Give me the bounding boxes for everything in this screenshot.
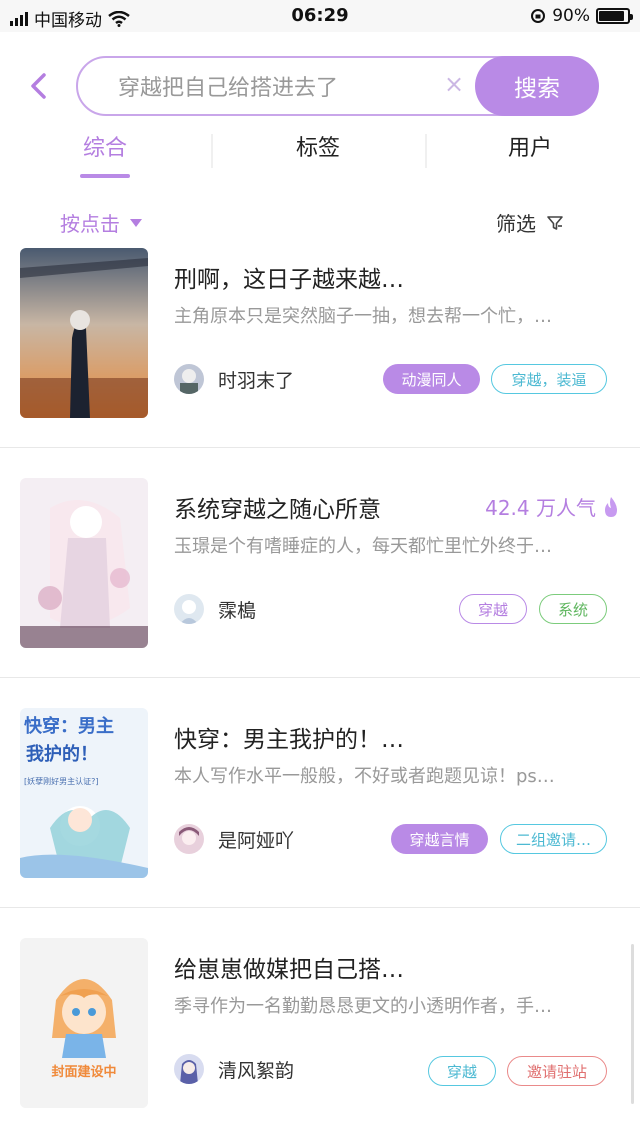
author-info[interactable]: 清风絮韵 xyxy=(174,1054,294,1084)
tab-comprehensive[interactable]: 综合 xyxy=(25,130,185,162)
tab-divider xyxy=(425,134,427,168)
book-cover xyxy=(20,248,148,418)
author-name: 清风絮韵 xyxy=(218,1059,295,1082)
tag-chip[interactable]: 穿越言情 xyxy=(391,824,488,854)
tag-chip[interactable]: 系统 xyxy=(539,594,607,624)
book-description: 玉璟是个有嗜睡症的人，每天都忙里忙外终于… xyxy=(174,536,552,557)
battery-percent: 90% xyxy=(552,6,590,26)
battery-icon xyxy=(596,8,633,24)
book-cover: 封面建设中 xyxy=(20,938,148,1108)
tag-chip[interactable]: 穿越 xyxy=(459,594,527,624)
tag-chip[interactable]: 动漫同人 xyxy=(383,364,480,394)
cover-placeholder-text: 封面建设中 xyxy=(51,1064,116,1080)
book-title: 快穿：男主我护的！… xyxy=(174,727,404,753)
book-title: 刑啊，这日子越来越… xyxy=(174,267,404,293)
book-description: 主角原本只是突然脑子一抽，想去帮一个忙，… xyxy=(174,306,552,327)
result-tabs: 综合 标签 用户 xyxy=(0,122,640,182)
book-cover xyxy=(20,478,148,648)
avatar xyxy=(174,1054,204,1084)
scrollbar[interactable] xyxy=(631,944,634,1104)
author-name: 是阿娅吖 xyxy=(218,829,295,852)
popularity: 42.4 万人气 xyxy=(485,492,620,521)
cover-title-line2: 我护的！ xyxy=(26,743,98,765)
tag-chip[interactable]: 穿越 xyxy=(428,1056,496,1086)
book-description: 本人写作水平一般般，不好或者跑题见谅！ps… xyxy=(174,766,555,787)
avatar xyxy=(174,594,204,624)
author-info[interactable]: 时羽末了 xyxy=(174,364,294,394)
list-item[interactable]: 系统穿越之随心所意 42.4 万人气 玉璟是个有嗜睡症的人，每天都忙里忙外终于…… xyxy=(0,448,640,678)
search-input[interactable] xyxy=(118,72,418,100)
tab-divider xyxy=(211,134,213,168)
book-title: 给崽崽做媒把自己搭… xyxy=(174,957,404,983)
avatar xyxy=(174,364,204,394)
tab-indicator xyxy=(80,174,130,178)
author-info[interactable]: 是阿娅吖 xyxy=(174,824,294,854)
cover-title-line1: 快穿：男主 xyxy=(24,715,114,737)
back-arrow-icon[interactable] xyxy=(26,70,54,102)
author-info[interactable]: 霂槝 xyxy=(174,594,256,624)
status-right: 90% xyxy=(530,6,633,26)
search-bar: × 搜索 xyxy=(0,56,640,116)
list-item[interactable]: 快穿：男主 我护的！ [妖孽刚好男主认证?] 快穿：男主我护的！… 本人写作水平… xyxy=(0,678,640,908)
status-bar: 中国移动 06:29 90% xyxy=(0,0,640,32)
book-description: 季寻作为一名勤勤恳恳更文的小透明作者，手… xyxy=(174,996,552,1017)
popularity-label: 42.4 万人气 xyxy=(485,496,596,520)
list-item[interactable]: 封面建设中 给崽崽做媒把自己搭… 季寻作为一名勤勤恳恳更文的小透明作者，手… 清… xyxy=(0,908,640,1138)
clear-icon[interactable]: × xyxy=(444,70,464,98)
search-box: × 搜索 xyxy=(76,56,599,116)
tab-users[interactable]: 用户 xyxy=(450,130,610,162)
tag-chip[interactable]: 二组邀请… xyxy=(500,824,607,854)
tag-chip[interactable]: 邀请驻站 xyxy=(507,1056,607,1086)
flame-icon xyxy=(605,496,617,517)
rotation-lock-icon xyxy=(531,9,546,23)
cover-subtitle: [妖孽刚好男主认证?] xyxy=(24,776,99,786)
book-cover: 快穿：男主 我护的！ [妖孽刚好男主认证?] xyxy=(20,708,148,878)
tag-chip[interactable]: 穿越，装逼 xyxy=(491,364,607,394)
list-item[interactable]: 刑啊，这日子越来越… 主角原本只是突然脑子一抽，想去帮一个忙，… 时羽末了 动漫… xyxy=(0,218,640,448)
author-name: 霂槝 xyxy=(218,599,257,622)
search-button[interactable]: 搜索 xyxy=(475,56,599,116)
author-name: 时羽末了 xyxy=(218,369,295,392)
avatar xyxy=(174,824,204,854)
tab-tags[interactable]: 标签 xyxy=(238,130,398,162)
book-title: 系统穿越之随心所意 xyxy=(174,497,381,523)
